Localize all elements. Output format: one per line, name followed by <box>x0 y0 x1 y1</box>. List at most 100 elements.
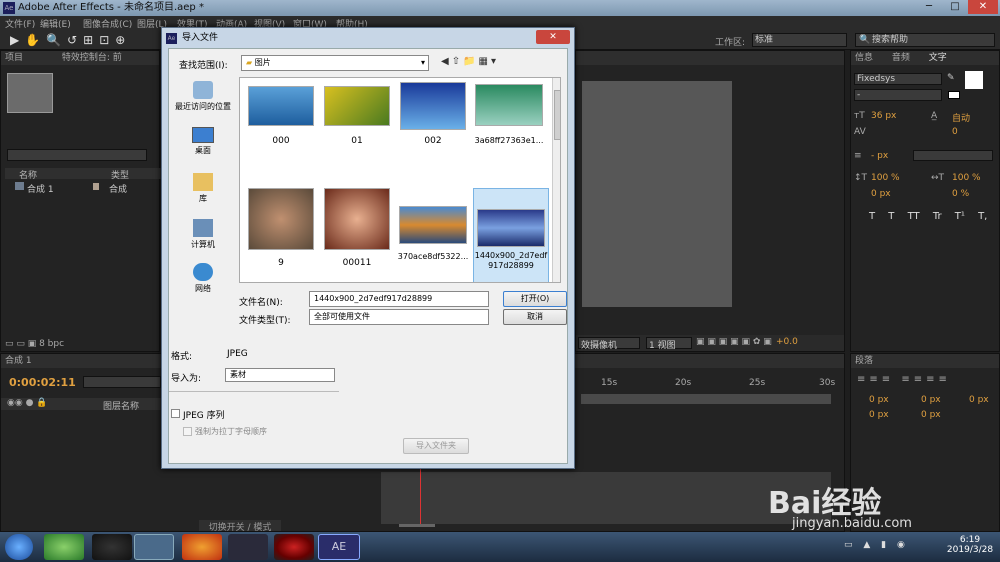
tab-project[interactable]: 项目 <box>5 53 23 63</box>
filename-input[interactable]: 1440x900_2d7edf917d28899 <box>309 291 489 307</box>
place-computer[interactable]: 计算机 <box>173 219 233 250</box>
font-family-select[interactable]: Fixedsys <box>854 73 942 85</box>
vertical-scale-value[interactable]: 100 % <box>871 173 900 183</box>
timeline-search-input[interactable] <box>83 376 161 388</box>
watermark-url: jingyan.baidu.com <box>792 516 912 531</box>
eyedropper-icon[interactable]: ✎ <box>947 73 955 83</box>
file-tile[interactable]: 3a68ff27363e1... <box>472 82 546 170</box>
col-name[interactable]: 名称 <box>19 168 37 181</box>
close-button[interactable]: ✕ <box>968 0 998 14</box>
work-area-bar[interactable] <box>581 394 831 404</box>
minimize-button[interactable]: ─ <box>916 0 942 14</box>
file-tile-selected[interactable]: 1440x900_2d7edf917d28899 <box>473 188 549 282</box>
indent-right[interactable]: 0 px <box>921 395 941 405</box>
alpha-order-checkbox <box>183 427 192 436</box>
zoom-slider[interactable] <box>399 524 435 527</box>
kerning-value[interactable]: 0 <box>952 127 958 137</box>
current-time-indicator[interactable] <box>420 464 421 524</box>
time-ruler[interactable]: 15s 20s 25s 30s <box>581 378 835 392</box>
tab-effect-controls[interactable]: 特效控制台: 前 <box>62 53 122 63</box>
layer-columns: ◉◉ ● 🔒 图层名称 <box>1 398 161 412</box>
horizontal-scale-value[interactable]: 100 % <box>952 173 981 183</box>
dialog-nav-buttons[interactable]: ◀⇧📁▦▾ <box>441 56 499 67</box>
file-tile[interactable]: 00011 <box>320 188 394 280</box>
exposure-offset[interactable]: +0.0 <box>776 337 798 347</box>
viewer-option-icons[interactable]: ▣ ▣ ▣ ▣ ▣ ✿ ▣ <box>696 337 772 347</box>
file-tile[interactable]: 9 <box>244 188 318 280</box>
leading-value[interactable]: 自动 <box>952 111 970 124</box>
browser-taskbar-icon[interactable] <box>44 534 84 560</box>
file-tile[interactable]: 01 <box>320 82 394 170</box>
leading-icon: A̲ <box>931 111 938 121</box>
project-item-row[interactable]: 合成 1 合成 <box>5 181 161 195</box>
explorer-taskbar-icon[interactable] <box>134 534 174 560</box>
stroke-type-select[interactable] <box>913 150 993 161</box>
tab-paragraph[interactable]: 段落 <box>855 356 873 366</box>
start-button[interactable] <box>5 534 33 560</box>
fill-color-swatch[interactable] <box>965 71 983 89</box>
font-size-value[interactable]: 36 px <box>871 111 896 121</box>
filename-label: 文件名(N): <box>239 298 283 308</box>
stroke-width-icon: ≡ <box>854 151 862 161</box>
dialog-close-button[interactable]: ✕ <box>536 30 570 44</box>
project-search-input[interactable] <box>7 149 147 161</box>
lookin-select[interactable]: ▰ 图片 ▾ <box>241 55 429 71</box>
toggle-switches-modes[interactable]: 切换开关 / 模式 <box>199 520 281 533</box>
col-layer-name[interactable]: 图层名称 <box>103 399 139 412</box>
firefox-taskbar-icon[interactable] <box>182 534 222 560</box>
scroll-thumb[interactable] <box>554 90 560 140</box>
av-switch-icons[interactable]: ◉◉ ● 🔒 <box>7 398 48 408</box>
folder-icon: ▰ <box>246 58 253 67</box>
tab-character[interactable]: 文字 <box>929 53 947 63</box>
place-recent[interactable]: 最近访问的位置 <box>173 81 233 112</box>
place-network[interactable]: 网络 <box>173 263 233 294</box>
open-button[interactable]: 打开(O) <box>503 291 567 307</box>
places-sidebar: 最近访问的位置 桌面 库 计算机 网络 <box>171 81 235 293</box>
space-after[interactable]: 0 px <box>921 410 941 420</box>
maximize-button[interactable]: □ <box>942 0 968 14</box>
filetype-select[interactable]: 全部可使用文件 <box>309 309 489 325</box>
alignment-buttons[interactable]: ≡≡≡ ≡≡≡≡ <box>857 374 951 385</box>
qq-taskbar-icon[interactable] <box>92 534 132 560</box>
workspace-select[interactable]: 标准 <box>752 33 847 47</box>
import-as-select[interactable]: 素材 <box>225 368 335 382</box>
views-select[interactable]: 1 视图 <box>646 337 692 351</box>
recorder-taskbar-icon[interactable] <box>274 534 314 560</box>
file-tile[interactable]: 000 <box>244 82 318 170</box>
file-grid-scrollbar[interactable] <box>552 78 560 282</box>
menu-file[interactable]: 文件(F) <box>5 17 35 30</box>
font-style-select[interactable]: - <box>854 89 942 101</box>
divider <box>169 391 339 392</box>
after-effects-taskbar-icon[interactable]: AE <box>318 534 360 560</box>
bpc-indicator[interactable]: ▭ ▭ ▣ 8 bpc <box>5 339 64 349</box>
stroke-color-swatch[interactable] <box>948 91 960 99</box>
tray-icons[interactable]: ▭ ▲ ▮ ◉ <box>844 540 909 550</box>
tab-comp-1[interactable]: 合成 1 <box>5 356 32 366</box>
help-search-input[interactable]: 搜索帮助 <box>855 33 995 47</box>
text-style-buttons[interactable]: T T TT Tr T¹ T, <box>869 211 989 222</box>
tsume-value[interactable]: 0 % <box>952 189 969 199</box>
ae-dialog-icon: Ae <box>166 33 177 44</box>
tracking-value[interactable]: - px <box>871 151 888 161</box>
menu-composition[interactable]: 图像合成(C) <box>83 17 132 30</box>
menu-edit[interactable]: 编辑(E) <box>40 17 71 30</box>
tool-icons[interactable]: ▶✋🔍↺⊞⊡⊕ <box>10 33 131 47</box>
col-type[interactable]: 类型 <box>111 168 129 181</box>
tab-info[interactable]: 信息 <box>855 53 873 63</box>
sequence-checkbox[interactable] <box>171 409 180 418</box>
tab-audio[interactable]: 音频 <box>892 53 910 63</box>
camera-select[interactable]: 效摄像机 <box>578 337 640 351</box>
project-preview-thumbnail <box>7 73 53 113</box>
indent-first[interactable]: 0 px <box>969 395 989 405</box>
space-before[interactable]: 0 px <box>869 410 889 420</box>
file-tile[interactable]: 002 <box>396 82 470 170</box>
media-taskbar-icon[interactable] <box>228 534 268 560</box>
baseline-shift-value[interactable]: 0 px <box>871 189 891 199</box>
clock[interactable]: 6:19 2019/3/28 <box>944 535 996 555</box>
file-tile[interactable]: 370ace8df5322... <box>396 188 470 280</box>
timecode[interactable]: 0:00:02:11 <box>9 376 76 389</box>
indent-left[interactable]: 0 px <box>869 395 889 405</box>
cancel-button[interactable]: 取消 <box>503 309 567 325</box>
place-desktop[interactable]: 桌面 <box>173 127 233 156</box>
place-library[interactable]: 库 <box>173 173 233 204</box>
